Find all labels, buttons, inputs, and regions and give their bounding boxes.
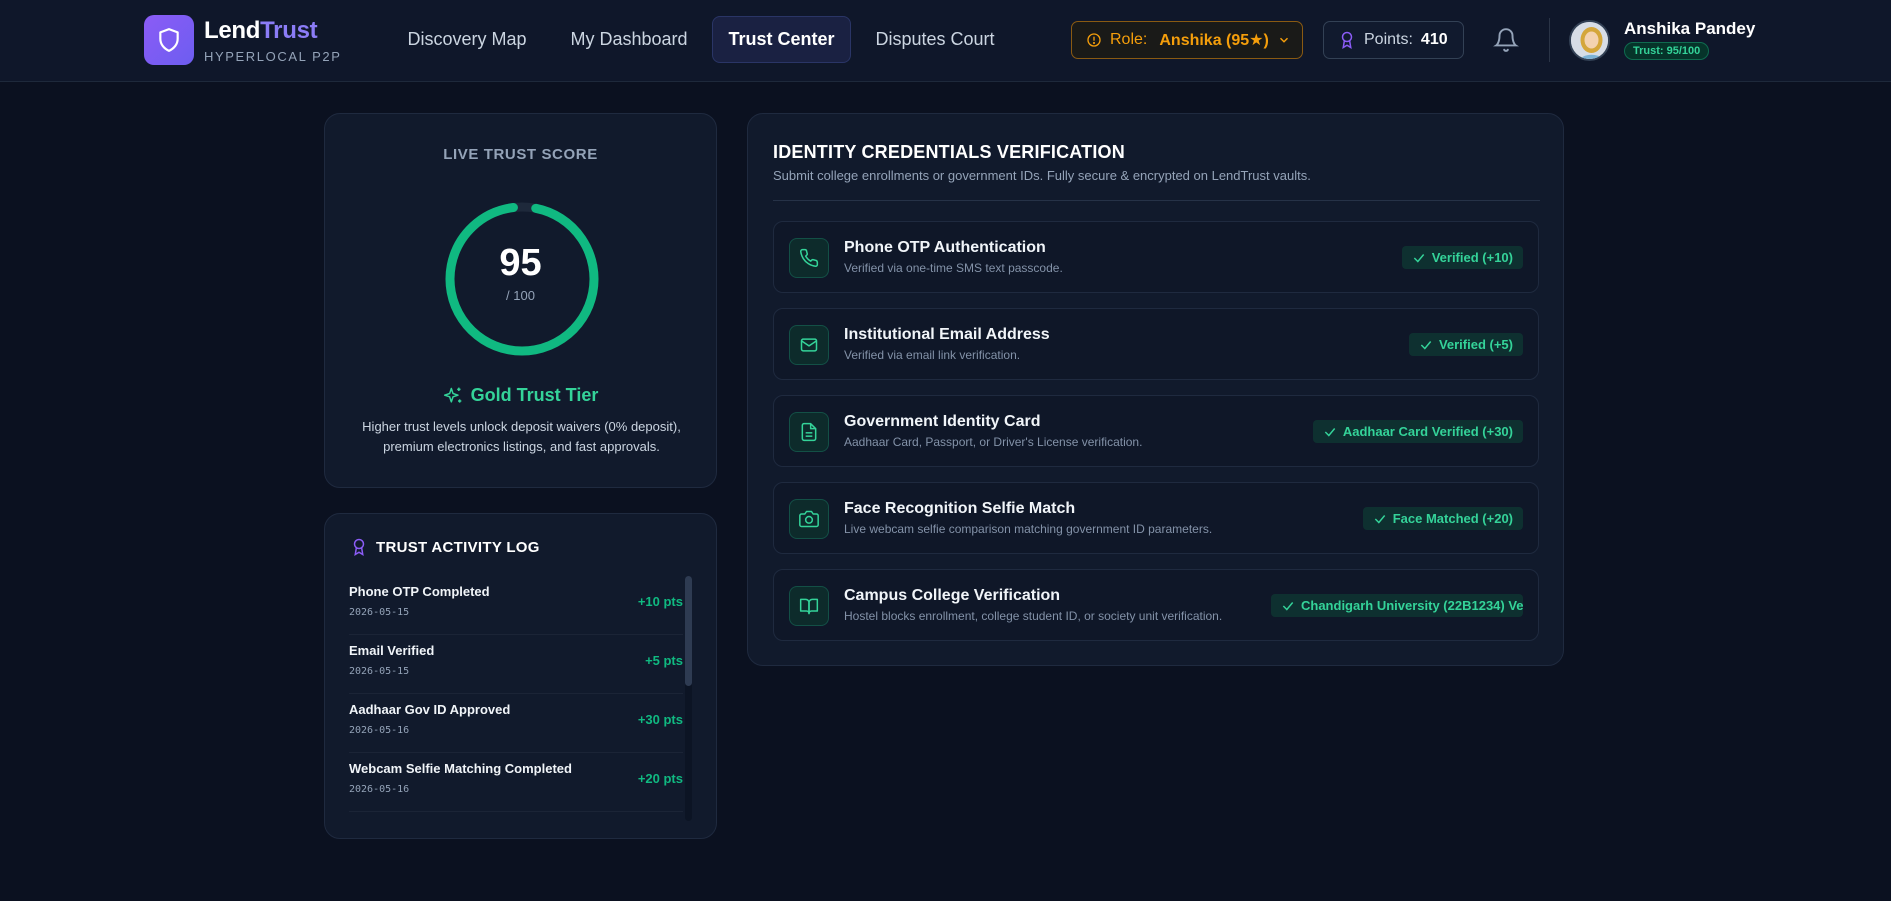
points-display: Points: 410: [1323, 21, 1464, 59]
brand-name: LendTrust: [204, 17, 318, 44]
log-item-title: Aadhaar Gov ID Approved: [349, 702, 511, 717]
tier-label: Gold Trust Tier: [470, 385, 599, 405]
status-badge: Aadhaar Card Verified (+30): [1312, 420, 1523, 443]
credential-government-id[interactable]: Government Identity Card Aadhaar Card, P…: [773, 395, 1539, 467]
points-label: Points:: [1364, 31, 1413, 48]
log-title-text: TRUST ACTIVITY LOG: [376, 538, 540, 556]
check-icon: [1282, 601, 1294, 611]
status-badge: Verified (+5): [1408, 333, 1523, 356]
credential-desc: Verified via one-time SMS text passcode.: [844, 261, 1063, 275]
award-icon: [353, 538, 365, 556]
credential-title: Institutional Email Address: [844, 326, 1050, 343]
check-icon: [1413, 253, 1424, 263]
bell-icon[interactable]: [1493, 26, 1519, 54]
user-trust-badge: Trust: 95/100: [1624, 42, 1710, 60]
shield-icon: [159, 28, 179, 52]
avatar[interactable]: [1569, 20, 1610, 61]
trust-tier: Gold Trust Tier: [325, 385, 716, 406]
sparkles-icon: [443, 387, 461, 403]
list-item: Email Verified 2026-05-15 +5 pts: [349, 635, 683, 694]
score-title: LIVE TRUST SCORE: [443, 146, 598, 163]
credential-title: Face Recognition Selfie Match: [844, 500, 1076, 517]
identity-verification-card: IDENTITY CREDENTIALS VERIFICATION Submit…: [747, 113, 1564, 666]
log-item-points: +20 pts: [637, 771, 683, 786]
user-avatar-icon: [1571, 22, 1608, 59]
brand-logo[interactable]: [144, 15, 194, 65]
nav-disputes-court[interactable]: Disputes Court: [866, 16, 1004, 63]
log-item-title: Email Verified: [349, 643, 435, 658]
check-icon: [1420, 340, 1432, 350]
status-badge: Chandigarh University (22B1234) Ve: [1271, 594, 1523, 617]
log-list[interactable]: Phone OTP Completed 2026-05-15 +10 pts E…: [349, 576, 683, 821]
score-value: 95: [499, 242, 542, 284]
role-label: Role:: [1110, 31, 1148, 48]
nav-my-dashboard[interactable]: My Dashboard: [560, 16, 698, 63]
header-divider: [1549, 18, 1550, 62]
award-icon: [1341, 31, 1353, 49]
credential-desc: Aadhaar Card, Passport, or Driver's Lice…: [844, 435, 1143, 449]
log-title: TRUST ACTIVITY LOG: [350, 538, 540, 556]
nav-trust-center[interactable]: Trust Center: [712, 16, 851, 63]
camera-icon: [789, 499, 829, 539]
list-item: Phone OTP Completed 2026-05-15 +10 pts: [349, 576, 683, 635]
check-icon: [1324, 427, 1336, 437]
role-value: Anshika (95★): [1159, 32, 1269, 49]
check-icon: [1374, 514, 1385, 524]
book-icon: [789, 586, 829, 626]
trust-activity-log: TRUST ACTIVITY LOG Phone OTP Completed 2…: [324, 513, 717, 839]
brand-subtitle: HYPERLOCAL P2P: [204, 49, 342, 64]
credential-face-selfie[interactable]: Face Recognition Selfie Match Live webca…: [773, 482, 1539, 554]
phone-icon: [789, 238, 829, 278]
log-item-date: 2026-05-16: [349, 725, 410, 736]
nav-discovery-map[interactable]: Discovery Map: [398, 16, 536, 63]
log-item-points: +10 pts: [637, 594, 683, 609]
alert-circle-icon: [1087, 33, 1101, 47]
credential-title: Government Identity Card: [844, 413, 1041, 430]
credential-phone-otp[interactable]: Phone OTP Authentication Verified via on…: [773, 221, 1539, 293]
trust-score-card: LIVE TRUST SCORE 95 / 100 Gold Trust Tie…: [324, 113, 717, 488]
points-value: 410: [1420, 31, 1448, 48]
user-name: Anshika Pandey: [1624, 19, 1756, 38]
identity-title: IDENTITY CREDENTIALS VERIFICATION: [773, 142, 1125, 162]
status-badge: Face Matched (+20): [1362, 507, 1523, 530]
score-max: / 100: [506, 288, 535, 303]
credential-desc: Live webcam selfie comparison matching g…: [844, 522, 1213, 536]
log-item-points: +30 pts: [637, 712, 683, 727]
divider: [773, 200, 1540, 201]
top-navigation-bar: LendTrust HYPERLOCAL P2P Discovery Map M…: [0, 0, 1891, 82]
log-item-date: 2026-05-16: [349, 784, 410, 795]
log-item-date: 2026-05-15: [349, 666, 410, 677]
credential-desc: Hostel blocks enrollment, college studen…: [844, 609, 1223, 623]
status-badge: Verified (+10): [1401, 246, 1523, 269]
identity-subtitle: Submit college enrollments or government…: [773, 168, 1311, 183]
mail-icon: [789, 325, 829, 365]
list-item: Webcam Selfie Matching Completed 2026-05…: [349, 753, 683, 812]
document-icon: [789, 412, 829, 452]
tier-description: Higher trust levels unlock deposit waive…: [362, 419, 681, 454]
credential-title: Campus College Verification: [844, 587, 1061, 604]
credential-desc: Verified via email link verification.: [844, 348, 1021, 362]
credential-title: Phone OTP Authentication: [844, 239, 1046, 256]
credential-institutional-email[interactable]: Institutional Email Address Verified via…: [773, 308, 1539, 380]
role-selector[interactable]: Role: Anshika (95★): [1071, 21, 1303, 59]
log-item-title: Webcam Selfie Matching Completed: [349, 761, 572, 776]
log-scrollbar-thumb[interactable]: [685, 576, 692, 686]
log-item-date: 2026-05-15: [349, 607, 410, 618]
list-item: Aadhaar Gov ID Approved 2026-05-16 +30 p…: [349, 694, 683, 753]
credential-campus-college[interactable]: Campus College Verification Hostel block…: [773, 569, 1539, 641]
chevron-down-icon: [1279, 37, 1288, 43]
log-item-title: Phone OTP Completed: [349, 584, 490, 599]
log-item-points: +5 pts: [645, 653, 683, 668]
